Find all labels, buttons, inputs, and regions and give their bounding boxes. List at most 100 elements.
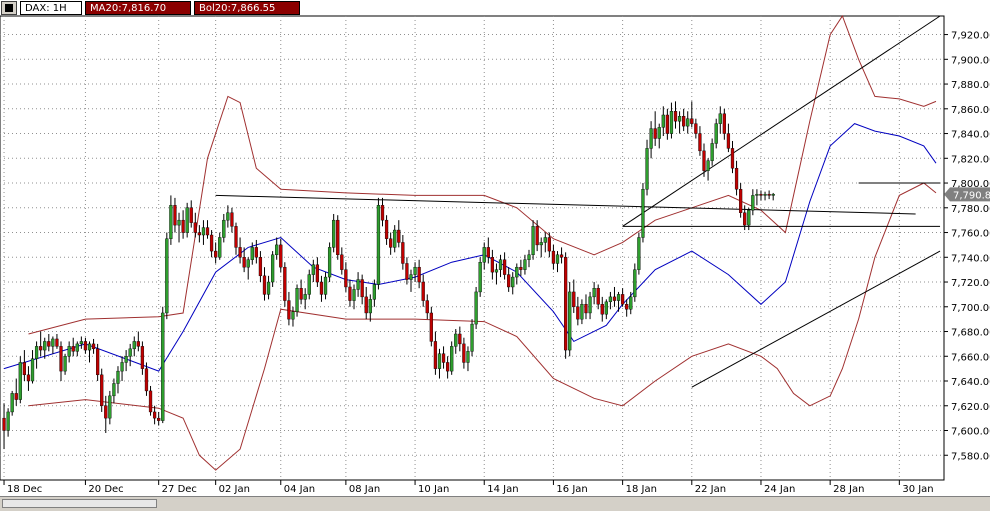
candle-body xyxy=(165,238,169,314)
candle-body xyxy=(551,250,556,264)
candle-body xyxy=(568,291,572,351)
candle-body xyxy=(75,343,79,352)
candle-body xyxy=(181,219,185,233)
candle-body xyxy=(116,370,120,384)
candle-body xyxy=(486,247,490,258)
candle-body xyxy=(429,312,433,342)
candle-body xyxy=(596,288,600,305)
candle-body xyxy=(393,229,397,248)
candle-body xyxy=(523,259,527,270)
candle xyxy=(568,282,572,357)
y-tick-label: 7,720.00 xyxy=(951,278,990,289)
candle-body xyxy=(140,346,145,369)
candle-body xyxy=(340,254,344,270)
candle-body xyxy=(336,219,340,256)
candle-body xyxy=(584,304,588,314)
x-tick-label: 08 Jan xyxy=(349,484,380,495)
candle-body xyxy=(710,143,714,161)
candle-body xyxy=(10,393,14,413)
candle-body xyxy=(83,341,88,351)
candle-body xyxy=(380,205,385,221)
candle-body xyxy=(734,167,739,190)
candle-body xyxy=(39,346,43,351)
candle-body xyxy=(515,266,519,278)
candle-body xyxy=(739,189,743,213)
x-tick-label: 27 Dec xyxy=(162,484,197,495)
candle-body xyxy=(389,238,393,248)
candle-body xyxy=(169,205,173,239)
scrollbar-thumb[interactable] xyxy=(2,499,157,508)
candle-body xyxy=(262,275,267,295)
candle-body xyxy=(625,304,629,310)
candle-body xyxy=(205,227,210,236)
candle-body xyxy=(108,395,112,419)
candle-body xyxy=(665,114,669,134)
candle-body xyxy=(417,266,421,283)
candle xyxy=(450,341,454,375)
candle-body xyxy=(34,346,39,359)
candle-body xyxy=(531,226,535,256)
candle-body xyxy=(425,300,429,314)
candle xyxy=(336,215,340,260)
last-price-label: 7,790.87 xyxy=(944,187,990,202)
candle-body xyxy=(30,358,35,382)
candle-body xyxy=(51,338,55,347)
candle xyxy=(295,284,299,317)
candle-body xyxy=(498,259,503,270)
candle-body xyxy=(466,351,470,363)
candle-body xyxy=(686,118,690,127)
x-tick-label: 30 Jan xyxy=(902,484,933,495)
candle-body xyxy=(197,232,201,236)
candle-body xyxy=(592,288,596,298)
candle xyxy=(637,232,641,275)
candle-body xyxy=(559,254,564,258)
candle-body xyxy=(246,259,250,268)
candle-body xyxy=(637,237,641,270)
x-tick-label: 28 Jan xyxy=(833,484,864,495)
candle-body xyxy=(657,127,661,139)
horizontal-scrollbar[interactable] xyxy=(0,496,990,511)
candle-body xyxy=(384,219,389,239)
candle-body xyxy=(669,111,674,134)
candle-body xyxy=(222,219,226,238)
candle-body xyxy=(633,269,637,298)
menu-icon[interactable] xyxy=(1,1,17,15)
candle-body xyxy=(677,116,682,122)
candle-body xyxy=(193,222,197,233)
candle-body xyxy=(323,276,328,295)
candle xyxy=(376,197,381,290)
candle xyxy=(470,319,474,357)
candle-body xyxy=(189,207,193,223)
candle-body xyxy=(763,193,767,196)
candle-body xyxy=(494,269,499,273)
symbol-label: DAX: 1H xyxy=(20,1,82,15)
candle xyxy=(564,252,568,359)
candle-body xyxy=(421,281,425,301)
candle-body xyxy=(564,257,568,351)
y-tick-label: 7,660.00 xyxy=(951,352,990,363)
candle-body xyxy=(177,219,181,226)
candle-body xyxy=(26,374,31,382)
candle-body xyxy=(649,128,653,149)
candle-body xyxy=(616,294,621,301)
y-tick-label: 7,600.00 xyxy=(951,427,990,438)
bollinger-readout: Bol20:7,866.55 xyxy=(194,1,300,15)
candle-body xyxy=(299,288,303,300)
y-tick-label: 7,920.00 xyxy=(951,31,990,42)
candle-body xyxy=(124,356,128,363)
candle-body xyxy=(238,247,242,258)
candle-body xyxy=(458,333,462,345)
candle-body xyxy=(47,341,51,347)
candle-body xyxy=(437,353,442,369)
candle-body xyxy=(303,294,307,300)
candle-body xyxy=(555,254,560,264)
candle-body xyxy=(128,348,132,357)
candle-body xyxy=(279,244,283,268)
candle-body xyxy=(291,311,295,320)
y-tick-label: 7,740.00 xyxy=(951,253,990,264)
candle-body xyxy=(327,247,332,278)
candle-body xyxy=(96,348,100,376)
candle-body xyxy=(242,257,246,268)
candle-body xyxy=(14,393,18,400)
candle-body xyxy=(271,254,275,283)
